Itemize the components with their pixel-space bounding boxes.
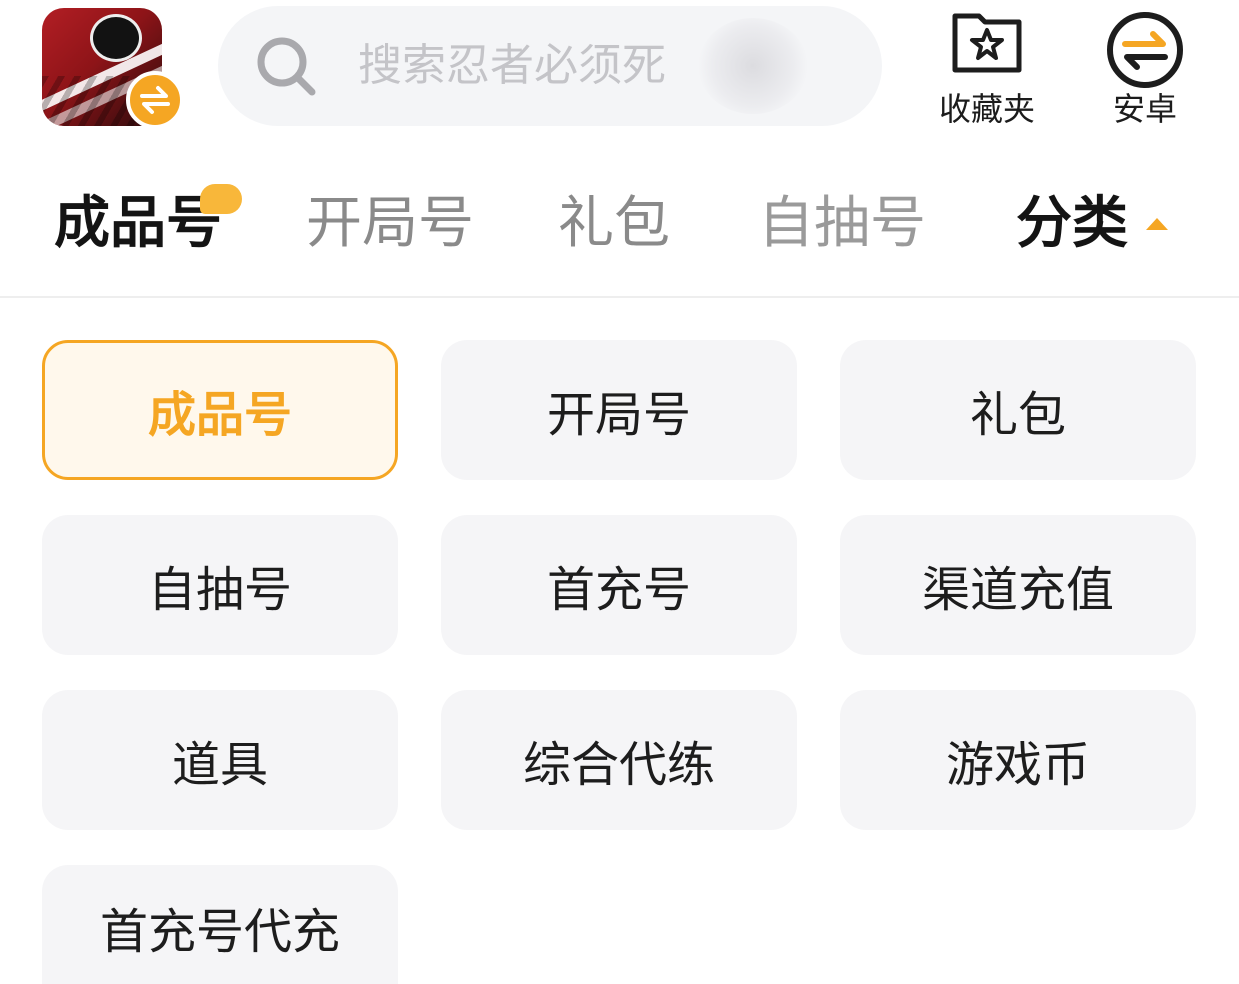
hot-badge [200, 184, 242, 214]
grid-item-self-draw-account[interactable]: 自抽号 [42, 515, 398, 655]
grid-item-gift-pack[interactable]: 礼包 [840, 340, 1196, 480]
redacted-blur [698, 18, 808, 114]
category-toggle[interactable]: 分类 [1016, 188, 1128, 260]
grid-item-finished-account[interactable]: 成品号 [42, 340, 398, 480]
favorites-label: 收藏夹 [938, 90, 1035, 128]
grid-item-first-recharge-proxy[interactable]: 首充号代充 [42, 865, 398, 984]
search-bar[interactable]: 搜索忍者必须死 [218, 6, 882, 126]
search-placeholder: 搜索忍者必须死 [358, 40, 666, 91]
favorites-button[interactable]: 收藏夹 [932, 8, 1042, 132]
grid-item-boosting[interactable]: 综合代练 [441, 690, 797, 830]
grid-item-first-recharge-account[interactable]: 首充号 [441, 515, 797, 655]
swap-circle-icon [1107, 12, 1183, 88]
tab-gift-pack[interactable]: 礼包 [558, 188, 670, 260]
grid-item-channel-recharge[interactable]: 渠道充值 [840, 515, 1196, 655]
search-icon [257, 37, 316, 96]
tab-starter-account[interactable]: 开局号 [306, 188, 474, 260]
platform-switch-button[interactable]: 安卓 [1090, 8, 1200, 132]
tab-self-draw-account[interactable]: 自抽号 [758, 188, 926, 260]
tab-finished-account[interactable]: 成品号 [54, 188, 222, 260]
platform-label: 安卓 [1112, 90, 1177, 128]
grid-item-starter-account[interactable]: 开局号 [441, 340, 797, 480]
caret-up-icon[interactable] [1146, 218, 1168, 230]
grid-item-game-currency[interactable]: 游戏币 [840, 690, 1196, 830]
grid-item-items[interactable]: 道具 [42, 690, 398, 830]
category-tabs: 成品号 开局号 礼包 自抽号 分类 [0, 150, 1239, 298]
star-folder-icon [952, 13, 1022, 73]
swap-icon[interactable] [126, 71, 184, 129]
